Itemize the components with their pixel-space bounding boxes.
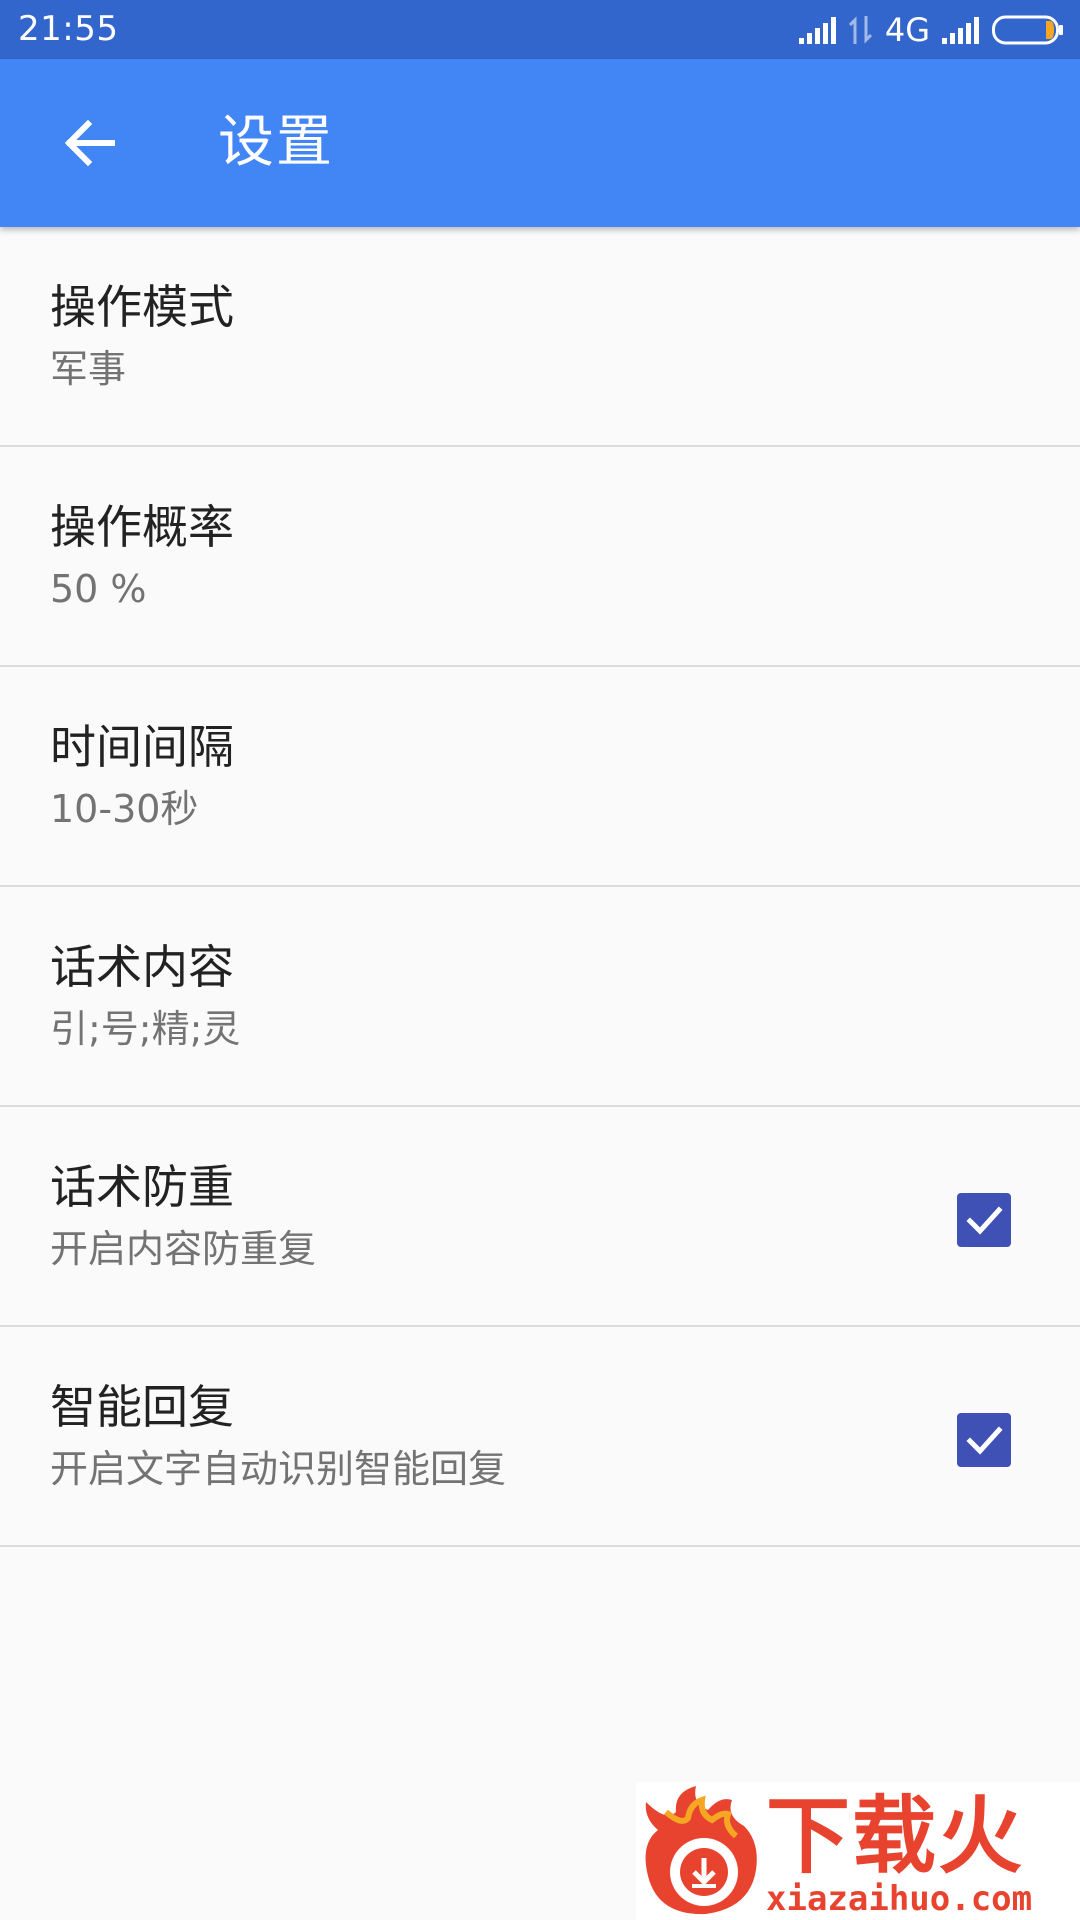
- arrow-back-icon: [62, 115, 118, 171]
- setting-title: 话术内容: [50, 940, 234, 994]
- setting-operation-mode[interactable]: 操作模式 军事: [0, 227, 1080, 447]
- app-bar: 设置: [0, 59, 1080, 227]
- checkmark-icon: [964, 1200, 1004, 1240]
- setting-title: 智能回复: [50, 1380, 234, 1434]
- setting-time-interval[interactable]: 时间间隔 10-30秒: [0, 667, 1080, 887]
- watermark-domain: xiazaihuo.com: [766, 1879, 1033, 1919]
- network-type: 4G: [884, 11, 930, 49]
- dedup-checkbox[interactable]: [957, 1193, 1011, 1247]
- setting-summary: 开启内容防重复: [50, 1227, 317, 1271]
- setting-title: 操作概率: [50, 500, 234, 554]
- setting-script-dedup[interactable]: 话术防重 开启内容防重复: [0, 1107, 1080, 1327]
- battery-icon: [992, 15, 1064, 45]
- setting-smart-reply[interactable]: 智能回复 开启文字自动识别智能回复: [0, 1327, 1080, 1547]
- watermark-brand: 下载火: [766, 1787, 1025, 1885]
- signal-icon: [798, 16, 837, 44]
- signal-icon: [942, 16, 980, 44]
- watermark-logo: 下载火 xiazaihuo.com: [636, 1782, 1080, 1920]
- setting-operation-probability[interactable]: 操作概率 50 %: [0, 447, 1080, 667]
- checkmark-icon: [964, 1420, 1004, 1460]
- status-icons: 4G: [798, 11, 1064, 49]
- setting-title: 时间间隔: [50, 720, 234, 774]
- setting-summary: 引;号;精;灵: [50, 1007, 241, 1051]
- setting-title: 操作模式: [50, 280, 234, 334]
- page-title: 设置: [218, 110, 334, 175]
- setting-summary: 10-30秒: [50, 787, 199, 831]
- setting-script-content[interactable]: 话术内容 引;号;精;灵: [0, 887, 1080, 1107]
- settings-list: 操作模式 军事 操作概率 50 % 时间间隔 10-30秒 话术内容 引;号;精…: [0, 227, 1080, 1547]
- smart-reply-checkbox[interactable]: [957, 1413, 1011, 1467]
- setting-summary: 军事: [50, 347, 127, 391]
- status-bar: 21:55 4G: [0, 0, 1080, 59]
- back-button[interactable]: [40, 93, 140, 193]
- setting-summary: 50 %: [50, 567, 147, 611]
- setting-title: 话术防重: [50, 1160, 234, 1214]
- setting-summary: 开启文字自动识别智能回复: [50, 1447, 507, 1491]
- data-arrows-icon: [848, 14, 873, 46]
- status-time: 21:55: [18, 9, 119, 49]
